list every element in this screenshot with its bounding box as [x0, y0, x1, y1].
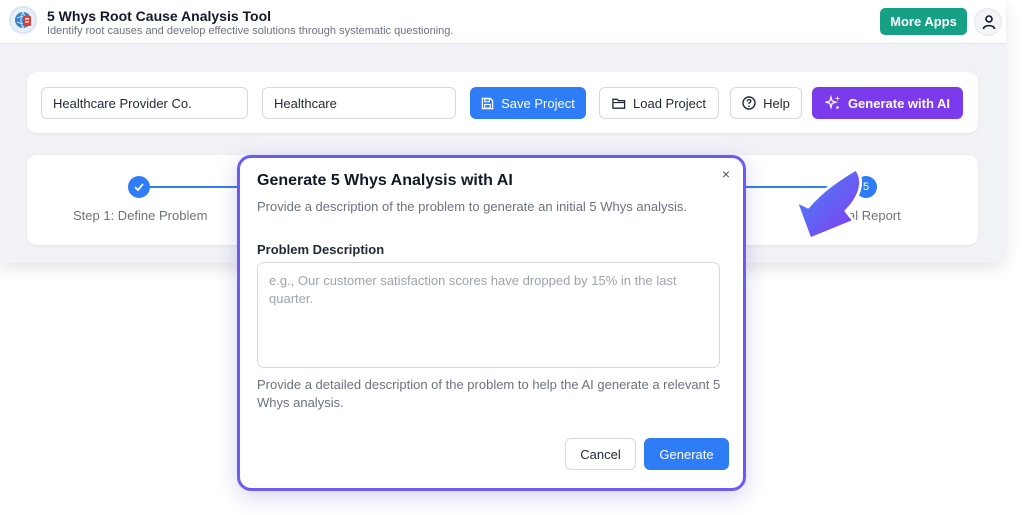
top-bar: 5 Whys Root Cause Analysis Tool Identify… [0, 0, 1006, 44]
cancel-button[interactable]: Cancel [565, 438, 636, 470]
app-subtitle: Identify root causes and develop effecti… [47, 25, 454, 37]
save-project-button[interactable]: Save Project [470, 87, 586, 119]
project-toolbar: Healthcare Provider Co. Healthcare Save … [27, 72, 978, 133]
generate-with-ai-button[interactable]: Generate with AI [812, 87, 963, 119]
save-project-label: Save Project [501, 95, 575, 111]
help-button[interactable]: Help [730, 87, 802, 119]
close-icon[interactable]: × [719, 167, 733, 181]
company-name-field[interactable]: Healthcare Provider Co. [41, 87, 248, 119]
help-label: Help [763, 95, 790, 111]
save-icon [481, 97, 494, 109]
modal-description: Provide a description of the problem to … [257, 199, 687, 214]
user-icon[interactable] [974, 8, 1002, 36]
load-project-label: Load Project [633, 95, 706, 111]
step-connector [150, 186, 240, 188]
app-title: 5 Whys Root Cause Analysis Tool [47, 8, 272, 24]
industry-field[interactable]: Healthcare [262, 87, 456, 119]
help-circle-icon [742, 96, 756, 110]
generate-ai-modal: Generate 5 Whys Analysis with AI × Provi… [237, 155, 746, 491]
check-icon [134, 183, 144, 192]
load-project-button[interactable]: Load Project [599, 87, 719, 119]
problem-description-input[interactable] [257, 262, 720, 368]
problem-description-label: Problem Description [257, 242, 385, 257]
helper-text: Provide a detailed description of the pr… [257, 377, 721, 410]
industry-value: Healthcare [274, 95, 337, 111]
modal-title: Generate 5 Whys Analysis with AI [257, 172, 513, 189]
company-name-value: Healthcare Provider Co. [53, 95, 192, 111]
pointer-arrow-icon [794, 167, 863, 241]
generate-with-ai-label: Generate with AI [847, 95, 951, 111]
step-1-label: Step 1: Define Problem [73, 208, 208, 223]
step-1-indicator[interactable] [128, 176, 150, 198]
folder-icon [612, 98, 626, 109]
more-apps-button[interactable]: More Apps [880, 8, 967, 35]
sparkles-icon [824, 95, 840, 110]
generate-button[interactable]: Generate [644, 438, 729, 470]
app-logo-icon [9, 6, 37, 34]
